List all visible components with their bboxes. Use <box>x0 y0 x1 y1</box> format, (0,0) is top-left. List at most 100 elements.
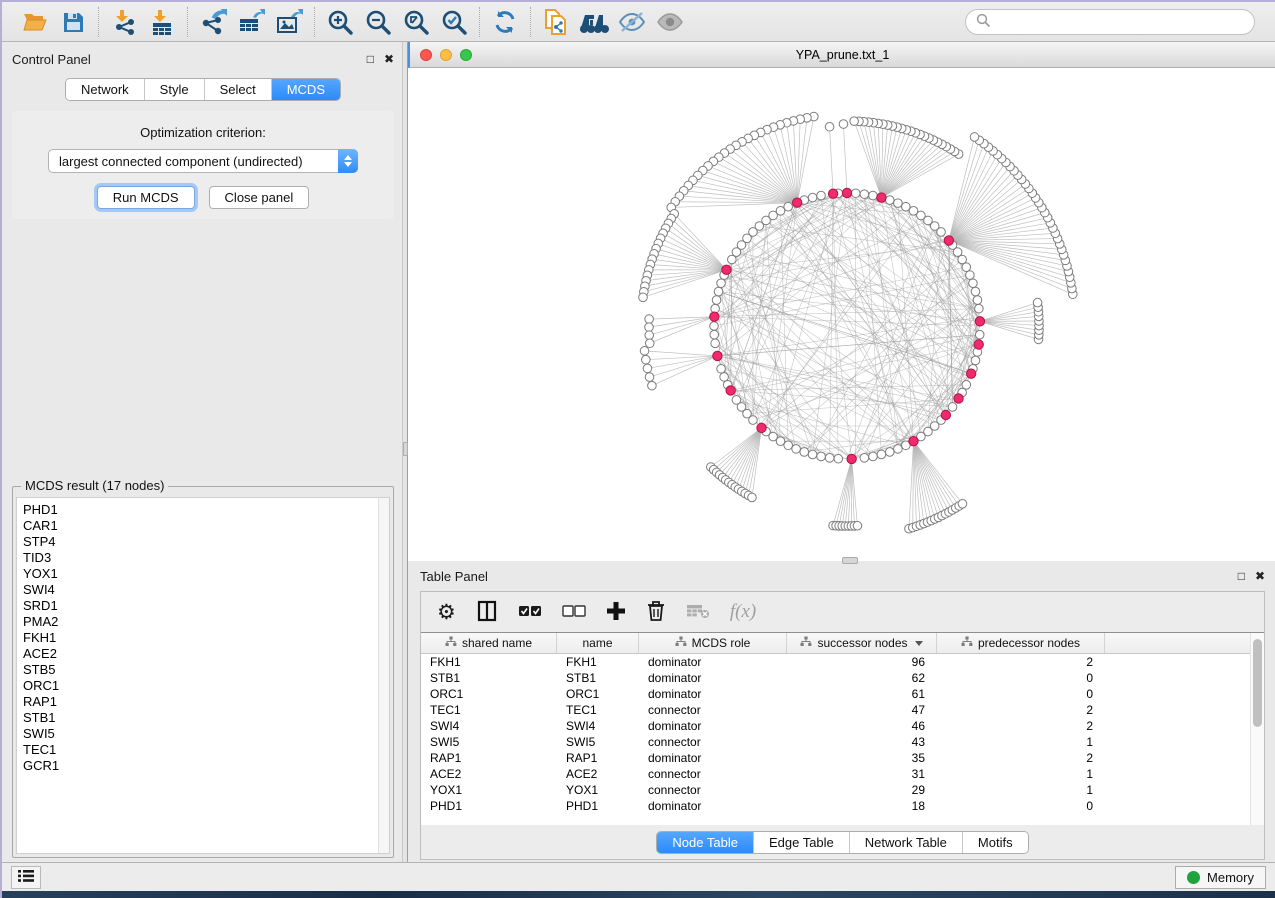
network-dominator-node[interactable] <box>909 436 918 445</box>
mcds-result-item[interactable]: STP4 <box>23 534 378 550</box>
network-dominator-node[interactable] <box>757 423 766 432</box>
criterion-dropdown[interactable]: largest connected component (undirected) <box>48 149 358 173</box>
show-columns-button[interactable] <box>476 600 498 625</box>
float-panel-icon[interactable]: □ <box>367 53 374 65</box>
export-image-button[interactable] <box>272 6 306 38</box>
column-header-predecessor-nodes[interactable]: predecessor nodes <box>937 633 1105 653</box>
export-network-button[interactable] <box>196 6 230 38</box>
table-row[interactable]: YOX1YOX1connector291 <box>421 782 1250 798</box>
hide-selected-button[interactable] <box>615 6 649 38</box>
open-file-button[interactable] <box>18 6 52 38</box>
mcds-result-item[interactable]: FKH1 <box>23 630 378 646</box>
mcds-result-list[interactable]: PHD1CAR1STP4TID3YOX1SWI4SRD1PMA2FKH1ACE2… <box>17 498 378 853</box>
mcds-result-item[interactable]: TID3 <box>23 550 378 566</box>
mcds-result-item[interactable]: CAR1 <box>23 518 378 534</box>
cell-successor-nodes: 43 <box>787 735 937 749</box>
horizontal-splitter-handle[interactable] <box>842 557 858 564</box>
import-table-button[interactable] <box>145 6 179 38</box>
import-network-button[interactable] <box>107 6 141 38</box>
tab-motifs[interactable]: Motifs <box>963 832 1028 853</box>
table-scrollbar[interactable] <box>1250 633 1264 825</box>
task-history-button[interactable] <box>11 866 41 889</box>
float-panel-icon[interactable]: □ <box>1238 570 1245 582</box>
run-mcds-button[interactable]: Run MCDS <box>97 186 195 209</box>
mcds-result-item[interactable]: ACE2 <box>23 646 378 662</box>
refresh-view-button[interactable] <box>488 6 522 38</box>
table-row[interactable]: ORC1ORC1dominator610 <box>421 686 1250 702</box>
network-canvas[interactable] <box>408 68 1275 561</box>
mcds-result-item[interactable]: SWI5 <box>23 726 378 742</box>
network-dominator-node[interactable] <box>974 340 983 349</box>
tab-style[interactable]: Style <box>145 79 205 100</box>
zoom-in-button[interactable] <box>323 6 357 38</box>
column-header-MCDS-role[interactable]: MCDS role <box>639 633 787 653</box>
close-panel-icon[interactable]: ✖ <box>1255 570 1265 582</box>
close-panel-button[interactable]: Close panel <box>209 186 310 209</box>
new-column-button[interactable] <box>606 601 626 624</box>
zoom-selected-button[interactable] <box>437 6 471 38</box>
zoom-fit-button[interactable] <box>399 6 433 38</box>
select-all-button[interactable] <box>518 604 542 621</box>
table-row[interactable]: RAP1RAP1dominator352 <box>421 750 1250 766</box>
node-table[interactable]: shared namenameMCDS rolesuccessor nodesp… <box>421 633 1250 825</box>
tab-network-table[interactable]: Network Table <box>850 832 963 853</box>
mcds-result-item[interactable]: ORC1 <box>23 678 378 694</box>
tab-network[interactable]: Network <box>66 79 145 100</box>
clone-network-button[interactable] <box>539 6 573 38</box>
mcds-result-item[interactable]: STB1 <box>23 710 378 726</box>
network-dominator-node[interactable] <box>966 369 975 378</box>
mcds-result-item[interactable]: TEC1 <box>23 742 378 758</box>
network-dominator-node[interactable] <box>941 410 950 419</box>
search-box[interactable] <box>965 9 1255 35</box>
network-graph[interactable] <box>408 68 1275 561</box>
memory-button[interactable]: Memory <box>1175 866 1266 889</box>
tab-mcds[interactable]: MCDS <box>272 79 340 100</box>
column-header-successor-nodes[interactable]: successor nodes <box>787 633 937 653</box>
search-input[interactable] <box>997 14 1244 29</box>
network-dominator-node[interactable] <box>792 198 801 207</box>
close-panel-icon[interactable]: ✖ <box>384 53 394 65</box>
mcds-result-item[interactable]: SRD1 <box>23 598 378 614</box>
table-row[interactable]: PHD1PHD1dominator180 <box>421 798 1250 814</box>
show-all-button[interactable] <box>653 6 687 38</box>
network-dominator-node[interactable] <box>954 394 963 403</box>
mcds-result-item[interactable]: RAP1 <box>23 694 378 710</box>
table-row[interactable]: ACE2ACE2connector311 <box>421 766 1250 782</box>
column-header-shared-name[interactable]: shared name <box>421 633 557 653</box>
table-row[interactable]: SWI4SWI4dominator462 <box>421 718 1250 734</box>
network-dominator-node[interactable] <box>975 317 984 326</box>
delete-columns-button[interactable] <box>646 600 666 625</box>
mcds-result-item[interactable]: YOX1 <box>23 566 378 582</box>
mcds-result-item[interactable]: PMA2 <box>23 614 378 630</box>
network-dominator-node[interactable] <box>713 351 722 360</box>
mcds-result-item[interactable]: GCR1 <box>23 758 378 774</box>
zoom-out-button[interactable] <box>361 6 395 38</box>
mcds-result-item[interactable]: PHD1 <box>23 502 378 518</box>
table-row[interactable]: STB1STB1dominator620 <box>421 670 1250 686</box>
table-row[interactable]: TEC1TEC1connector472 <box>421 702 1250 718</box>
column-header-name[interactable]: name <box>557 633 639 653</box>
mcds-result-item[interactable]: SWI4 <box>23 582 378 598</box>
network-dominator-node[interactable] <box>726 386 735 395</box>
tab-select[interactable]: Select <box>205 79 272 100</box>
network-dominator-node[interactable] <box>842 188 851 197</box>
tab-edge-table[interactable]: Edge Table <box>754 832 850 853</box>
first-neighbors-button[interactable] <box>577 6 611 38</box>
table-row[interactable]: FKH1FKH1dominator962 <box>421 654 1250 670</box>
table-row[interactable]: SWI5SWI5connector431 <box>421 734 1250 750</box>
deselect-all-button[interactable] <box>562 604 586 621</box>
network-dominator-node[interactable] <box>877 193 886 202</box>
mcds-result-item[interactable]: STB5 <box>23 662 378 678</box>
tab-node-table[interactable]: Node Table <box>657 832 754 853</box>
mcds-result-scrollbar[interactable] <box>378 498 389 853</box>
network-dominator-node[interactable] <box>828 189 837 198</box>
table-scrollbar-thumb[interactable] <box>1253 639 1262 727</box>
network-view-titlebar[interactable]: YPA_prune.txt_1 <box>408 42 1275 68</box>
network-dominator-node[interactable] <box>722 265 731 274</box>
table-mode-button[interactable]: ⚙ <box>437 602 456 623</box>
network-dominator-node[interactable] <box>847 454 856 463</box>
network-dominator-node[interactable] <box>944 236 953 245</box>
export-table-button[interactable] <box>234 6 268 38</box>
save-session-button[interactable] <box>56 6 90 38</box>
network-dominator-node[interactable] <box>710 312 719 321</box>
